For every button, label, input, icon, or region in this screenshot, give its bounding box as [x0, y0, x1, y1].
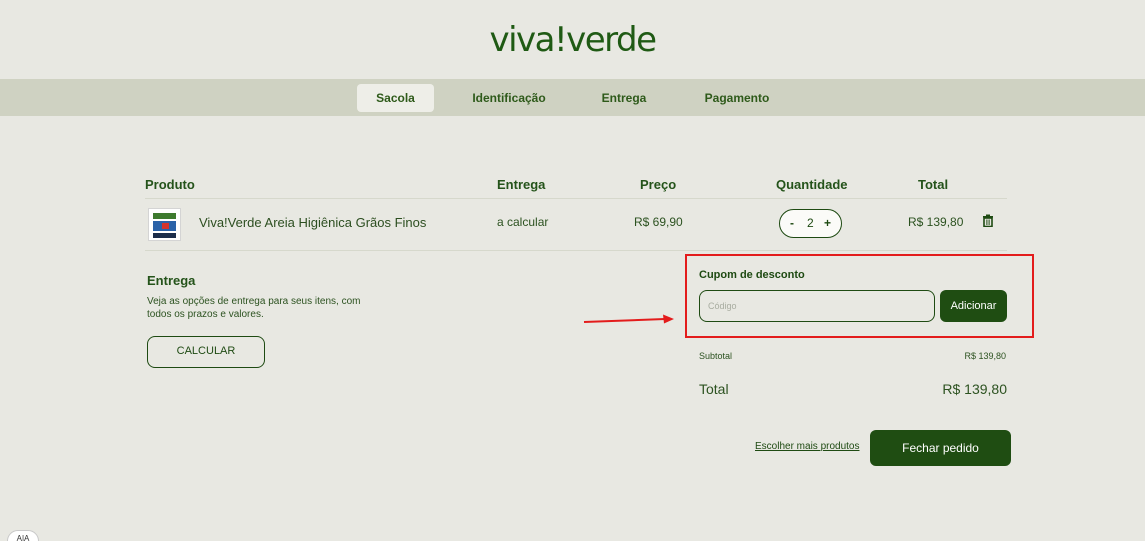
total-value: R$ 139,80 — [942, 381, 1007, 397]
column-header-delivery: Entrega — [497, 177, 546, 192]
red-arrow-annotation — [583, 314, 674, 324]
delivery-title: Entrega — [147, 273, 196, 288]
step-identificacao[interactable]: Identificação — [470, 84, 548, 112]
column-header-quantity: Quantidade — [776, 177, 848, 192]
product-name[interactable]: Viva!Verde Areia Higiênica Grãos Finos — [199, 215, 426, 230]
accessibility-button[interactable]: A|A — [7, 530, 39, 541]
table-divider — [145, 198, 1007, 199]
column-header-price: Preço — [640, 177, 677, 192]
checkout-steps: Sacola Identificação Entrega Pagamento — [0, 79, 1145, 116]
total-label: Total — [699, 381, 729, 397]
quantity-decrease-button[interactable]: - — [790, 216, 794, 230]
product-delivery: a calcular — [497, 215, 549, 229]
step-pagamento[interactable]: Pagamento — [703, 84, 771, 112]
quantity-stepper: - 2 + — [779, 209, 842, 238]
calculate-button[interactable]: CALCULAR — [147, 336, 265, 368]
step-sacola[interactable]: Sacola — [357, 84, 434, 112]
table-divider — [145, 250, 1007, 251]
subtotal-value: R$ 139,80 — [964, 351, 1006, 361]
add-coupon-button[interactable]: Adicionar — [940, 290, 1007, 322]
coupon-title: Cupom de desconto — [699, 269, 805, 281]
checkout-button[interactable]: Fechar pedido — [870, 430, 1011, 466]
step-entrega[interactable]: Entrega — [600, 84, 648, 112]
column-header-product: Produto — [145, 177, 195, 192]
delivery-description: Veja as opções de entrega para seus iten… — [147, 296, 361, 320]
product-price: R$ 69,90 — [634, 215, 683, 229]
brand-logo[interactable]: viva!verde — [0, 20, 1145, 60]
quantity-increase-button[interactable]: + — [824, 216, 831, 230]
coupon-input[interactable] — [699, 290, 935, 322]
product-thumbnail[interactable] — [148, 208, 181, 241]
subtotal-label: Subtotal — [699, 351, 733, 361]
trash-icon[interactable] — [982, 214, 994, 230]
column-header-total: Total — [918, 177, 949, 192]
quantity-value: 2 — [807, 216, 814, 230]
product-total: R$ 139,80 — [908, 215, 964, 229]
more-products-link[interactable]: Escolher mais produtos — [755, 441, 860, 452]
